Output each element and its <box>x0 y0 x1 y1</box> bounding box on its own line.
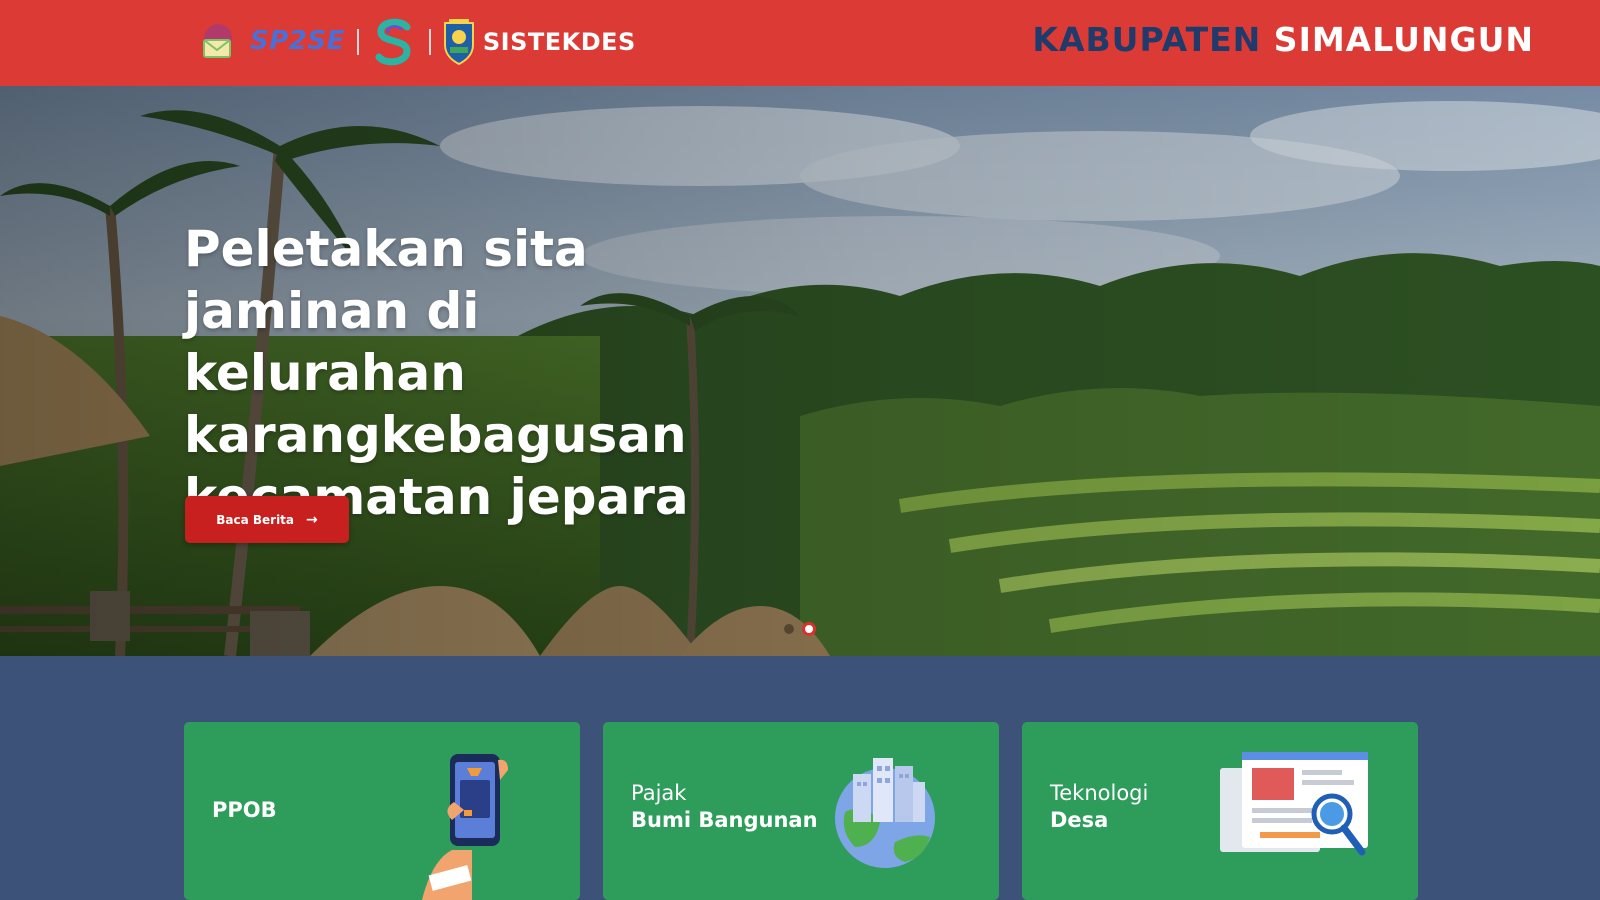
sistekdes-logo-text: SISTEKDES <box>482 28 636 56</box>
envelope-globe-icon <box>203 24 232 58</box>
globe-city-icon <box>835 758 935 868</box>
carousel-indicators <box>784 622 816 636</box>
web-search-icon <box>1220 752 1368 856</box>
service-card-line2: Bumi Bangunan <box>631 808 818 832</box>
logo-divider <box>356 29 359 55</box>
regency-shield-icon <box>443 19 474 65</box>
region-prefix: KABUPATEN <box>1032 20 1262 59</box>
top-header: SP2SE SISTEKDES KABUPATEN SIMALUNGUN <box>0 0 1600 86</box>
service-card-line1: PPOB <box>212 798 277 822</box>
service-card-title: Teknologi Desa <box>1050 780 1148 834</box>
hero-headline: Peletakan sita jaminan di kelurahan kara… <box>184 218 744 528</box>
service-card-teknologi-desa[interactable]: Teknologi Desa <box>1022 722 1418 900</box>
carousel-dot-active[interactable] <box>802 622 816 636</box>
logo-divider <box>428 29 431 55</box>
arrow-right-icon: → <box>306 511 318 528</box>
read-news-button[interactable]: Baca Berita → <box>185 496 349 543</box>
service-card-line1: Teknologi <box>1050 781 1149 805</box>
headline-line: karangkebagusan <box>184 406 687 464</box>
service-card-line1: Pajak <box>631 781 687 805</box>
service-cards: PPOB Pajak Bumi Bangunan Teknologi Desa <box>184 722 1418 900</box>
service-card-line2: Desa <box>1050 808 1109 832</box>
service-card-pbb[interactable]: Pajak Bumi Bangunan <box>603 722 999 900</box>
phone-payment-icon <box>422 754 508 900</box>
headline-line: jaminan di kelurahan <box>184 282 480 402</box>
region-name: SIMALUNGUN <box>1273 20 1534 59</box>
sp2se-logo-text: SP2SE <box>250 26 345 56</box>
headline-line: Peletakan sita <box>184 220 588 278</box>
s-mark-icon <box>375 18 411 66</box>
region-title: KABUPATEN SIMALUNGUN <box>1032 20 1534 59</box>
read-news-button-label: Baca Berita <box>216 512 295 527</box>
service-card-title: PPOB <box>212 797 277 824</box>
service-card-title: Pajak Bumi Bangunan <box>631 780 818 834</box>
carousel-dot[interactable] <box>784 624 794 634</box>
service-card-ppob[interactable]: PPOB <box>184 722 580 900</box>
sp2se-logo: SP2SE <box>250 28 345 56</box>
hero-banner: Peletakan sita jaminan di kelurahan kara… <box>0 86 1600 656</box>
logo-group[interactable]: SP2SE SISTEKDES <box>198 14 636 70</box>
